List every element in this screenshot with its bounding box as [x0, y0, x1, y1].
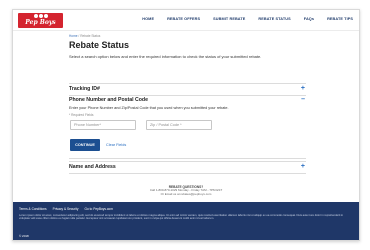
tracking-id-header[interactable]: Tracking ID# +: [69, 84, 306, 95]
nav-submit-rebate[interactable]: SUBMIT REBATE: [213, 17, 245, 21]
contact-email-line: Or Email us at rebates@pepboys.com: [160, 191, 212, 196]
phone-postal-description: Enter your Phone Number and Zip/Postal C…: [69, 106, 229, 110]
name-address-header[interactable]: Name and Address +: [69, 162, 306, 173]
breadcrumb-current: Rebate Status: [80, 34, 101, 38]
phone-postal-title: Phone Number and Postal Code: [69, 97, 148, 103]
nav-home[interactable]: HOME: [142, 17, 154, 21]
phone-number-input[interactable]: [70, 120, 136, 130]
required-fields-note: * Required Fields: [69, 113, 94, 117]
pep-boys-logo[interactable]: Pep Boys: [18, 13, 63, 28]
footer-link-privacy[interactable]: Privacy & Security: [53, 207, 79, 211]
plus-icon[interactable]: +: [301, 162, 305, 172]
name-address-section: Name and Address +: [69, 161, 306, 174]
site-footer: Terms & Conditions Privacy & Security Go…: [13, 202, 359, 240]
footer-legal-text: Lorem ipsum dolor sit amet, consectetur …: [19, 214, 344, 221]
breadcrumb: Home / Rebate Status: [69, 34, 100, 38]
nav-rebate-status[interactable]: REBATE STATUS: [258, 17, 290, 21]
footer-link-terms[interactable]: Terms & Conditions: [19, 207, 47, 211]
phone-postal-header[interactable]: Phone Number and Postal Code –: [69, 95, 306, 106]
footer-link-pepboys[interactable]: Go to PepBoys.com: [85, 207, 113, 211]
name-address-title: Name and Address: [69, 164, 116, 170]
minus-icon[interactable]: –: [301, 95, 305, 105]
clear-fields-link[interactable]: Clear Fields: [106, 143, 126, 147]
page-title: Rebate Status: [69, 40, 130, 50]
site-header: Pep Boys HOME REBATE OFFERS SUBMIT REBAT…: [13, 10, 359, 31]
phone-postal-section: Phone Number and Postal Code – Enter you…: [69, 95, 306, 159]
browser-frame: Pep Boys HOME REBATE OFFERS SUBMIT REBAT…: [12, 9, 360, 241]
footer-links: Terms & Conditions Privacy & Security Go…: [19, 207, 113, 211]
nav-rebate-offers[interactable]: REBATE OFFERS: [167, 17, 200, 21]
copyright: © 2018: [19, 234, 29, 238]
breadcrumb-home[interactable]: Home: [69, 34, 78, 38]
continue-button[interactable]: CONTINUE: [70, 139, 100, 151]
tracking-id-title: Tracking ID#: [69, 86, 100, 92]
plus-icon[interactable]: +: [301, 84, 305, 94]
page-intro: Select a search option below and enter t…: [69, 54, 262, 59]
logo-text: Pep Boys: [25, 19, 56, 26]
postal-code-input[interactable]: [146, 120, 212, 130]
rebate-contact-info: REBATE QUESTIONS? Call 1-800-870-1029 Mo…: [13, 185, 359, 197]
nav-rebate-tips[interactable]: REBATE TIPS: [327, 17, 353, 21]
main-nav: HOME REBATE OFFERS SUBMIT REBATE REBATE …: [142, 17, 353, 21]
nav-faqs[interactable]: FAQs: [304, 17, 314, 21]
